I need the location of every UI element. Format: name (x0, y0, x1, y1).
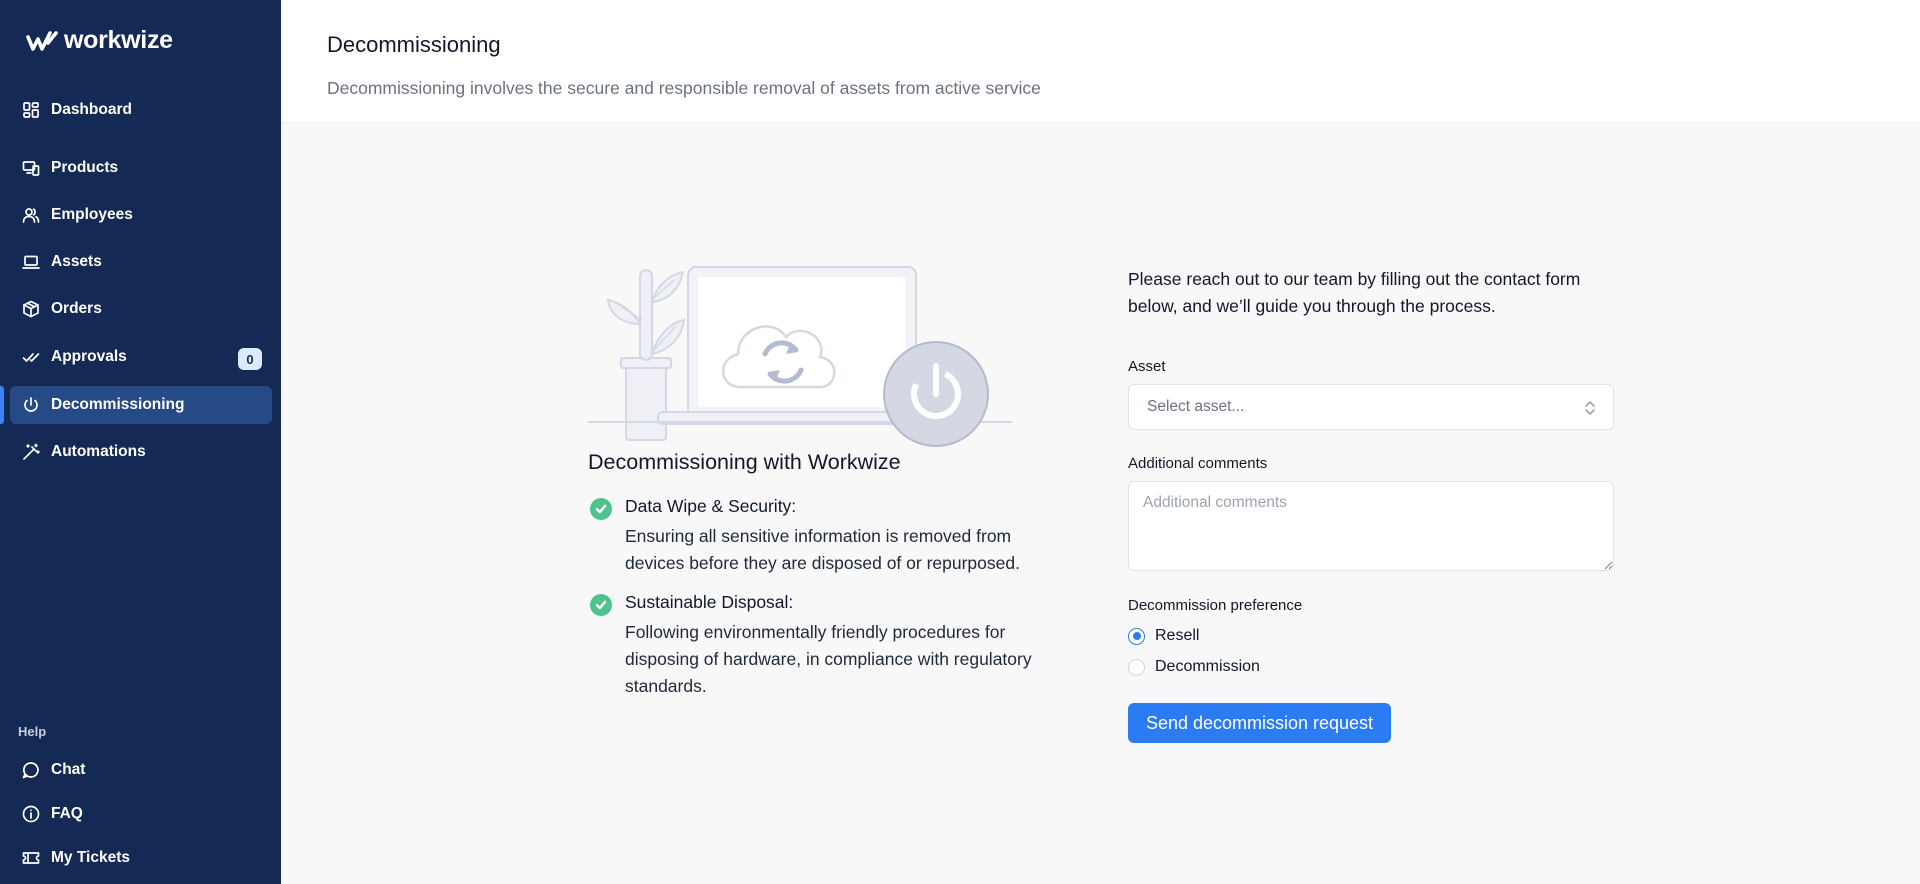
sidebar-item-label: Orders (51, 300, 102, 317)
feature-title: Data Wipe & Security: (625, 496, 797, 516)
power-icon (22, 396, 40, 414)
page-title: Decommissioning (327, 32, 501, 57)
radio-label: Resell (1155, 627, 1200, 644)
sidebar-item-label: Chat (51, 761, 86, 778)
sidebar-item-label: Employees (51, 206, 133, 223)
asset-label: Asset (1128, 358, 1166, 375)
radio-decommission[interactable]: Decommission (1128, 658, 1260, 676)
sidebar-item-faq[interactable]: FAQ (10, 795, 272, 833)
box-icon (22, 300, 40, 318)
ticket-icon (22, 849, 40, 867)
radio-resell[interactable]: Resell (1128, 627, 1199, 645)
info-title: Decommissioning with Workwize (588, 450, 901, 474)
sidebar: workwize Dashboard Products Employees As… (0, 0, 281, 884)
sidebar-item-label: My Tickets (51, 849, 130, 866)
dashboard-icon (22, 101, 40, 119)
feature-title: Sustainable Disposal: (625, 592, 794, 612)
check-circle-icon (590, 594, 612, 616)
help-heading: Help (18, 724, 47, 739)
asset-select-placeholder: Select asset... (1147, 398, 1245, 415)
sidebar-item-label: Approvals (51, 348, 127, 365)
comments-textarea[interactable] (1128, 481, 1614, 571)
active-indicator (0, 386, 4, 424)
page-subtitle: Decommissioning involves the secure and … (327, 78, 1041, 98)
sidebar-item-label: Dashboard (51, 101, 132, 118)
feature-description: Following environmentally friendly proce… (625, 622, 1032, 696)
sidebar-item-automations[interactable]: Automations (10, 433, 272, 471)
logo-text: workwize (64, 26, 173, 54)
sidebar-item-products[interactable]: Products (10, 149, 272, 187)
form-intro: Please reach out to our team by filling … (1128, 269, 1581, 316)
approvals-count-badge: 0 (238, 348, 262, 370)
asset-select[interactable]: Select asset... (1128, 384, 1614, 430)
sidebar-item-orders[interactable]: Orders (10, 290, 272, 328)
workwize-logo[interactable]: workwize (26, 26, 173, 55)
sidebar-item-label: Decommissioning (51, 396, 185, 413)
decommissioning-illustration (588, 266, 1012, 447)
sidebar-item-employees[interactable]: Employees (10, 196, 272, 234)
info-icon (22, 805, 40, 823)
sidebar-item-label: Automations (51, 443, 146, 460)
sidebar-item-approvals[interactable]: Approvals 0 (10, 338, 272, 376)
employees-icon (22, 206, 40, 224)
send-decommission-request-button[interactable]: Send decommission request (1128, 703, 1391, 743)
check-circle-icon (590, 498, 612, 520)
sidebar-item-chat[interactable]: Chat (10, 751, 272, 789)
radio-button-unchecked[interactable] (1128, 658, 1145, 676)
double-check-icon (22, 348, 40, 366)
sidebar-item-my-tickets[interactable]: My Tickets (10, 839, 272, 877)
sidebar-item-assets[interactable]: Assets (10, 243, 272, 281)
sidebar-item-dashboard[interactable]: Dashboard (10, 91, 272, 129)
comments-label: Additional comments (1128, 455, 1268, 472)
workwize-logo-icon (26, 30, 58, 51)
products-icon (22, 159, 40, 177)
page-header: Decommissioning Decommissioning involves… (281, 0, 1920, 123)
sidebar-item-label: Products (51, 159, 119, 176)
feature-description: Ensuring all sensitive information is re… (625, 526, 1020, 573)
chevron-up-down-icon (1583, 399, 1597, 417)
radio-button-checked[interactable] (1128, 627, 1145, 645)
radio-label: Decommission (1155, 658, 1260, 675)
sidebar-item-label: FAQ (51, 805, 83, 822)
preference-label: Decommission preference (1128, 597, 1303, 614)
laptop-icon (22, 253, 40, 271)
sidebar-item-label: Assets (51, 253, 102, 270)
sidebar-item-decommissioning[interactable]: Decommissioning (10, 386, 272, 424)
wand-icon (22, 443, 40, 461)
chat-icon (22, 761, 40, 779)
